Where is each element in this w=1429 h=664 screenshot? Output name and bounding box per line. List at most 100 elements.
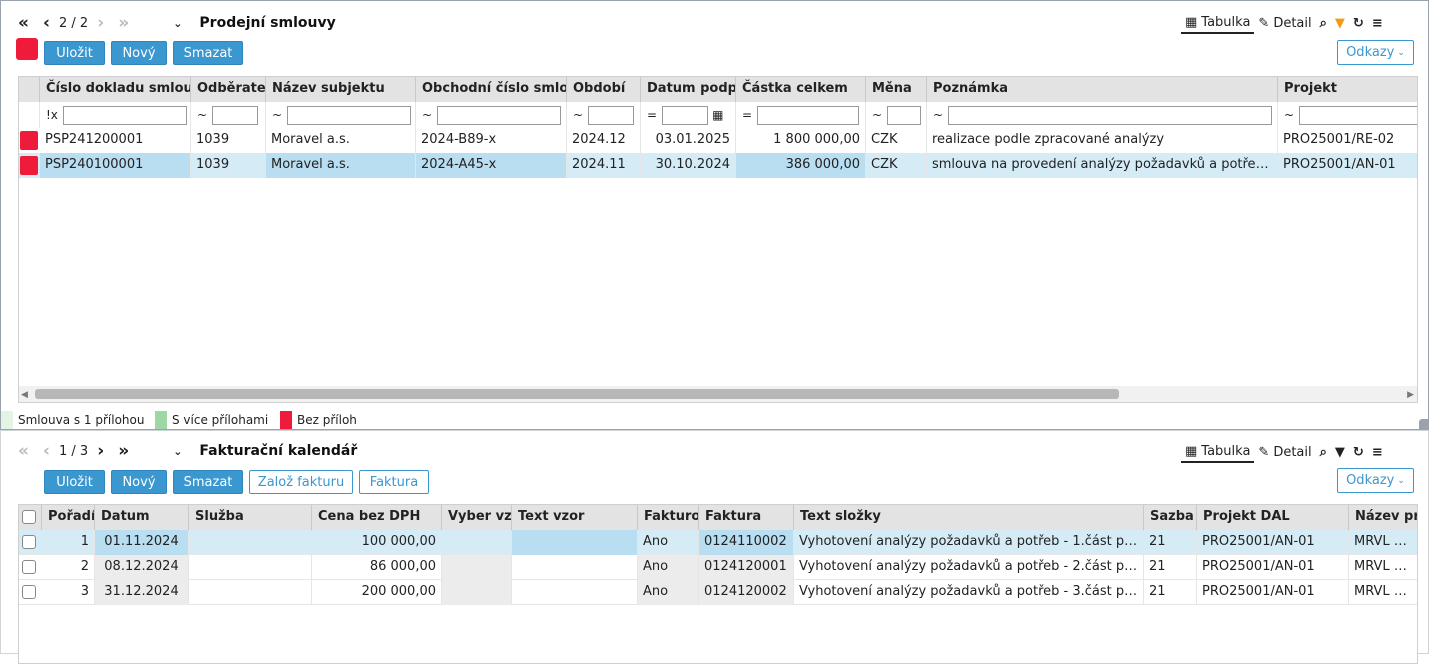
- scrollbar-thumb[interactable]: [35, 389, 1119, 399]
- save-button[interactable]: Uložit: [44, 41, 105, 65]
- filter-input[interactable]: [1299, 105, 1417, 125]
- horizontal-scrollbar[interactable]: ◀ ▶: [19, 386, 1417, 402]
- menu-icon[interactable]: ≡: [1368, 441, 1387, 463]
- first-page-icon[interactable]: «: [15, 441, 32, 461]
- links-dropdown[interactable]: Odkazy ⌄: [1337, 468, 1414, 493]
- last-page-icon[interactable]: »: [115, 441, 132, 461]
- links-dropdown[interactable]: Odkazy ⌄: [1337, 40, 1414, 65]
- scroll-left-icon[interactable]: ◀: [21, 390, 28, 400]
- prev-page-icon[interactable]: ‹: [40, 13, 53, 33]
- tab-detail[interactable]: ✎ Detail: [1254, 441, 1315, 463]
- column-header[interactable]: Datum podpisu: [641, 77, 736, 102]
- row-checkbox[interactable]: [22, 535, 36, 549]
- filter-input[interactable]: [887, 105, 922, 125]
- prev-page-icon[interactable]: ‹: [40, 441, 53, 461]
- filter-input[interactable]: [437, 105, 562, 125]
- filter-input[interactable]: [212, 105, 259, 125]
- table-row[interactable]: 2 08.12.2024 86 000,00 Ano 0124120001 Vyhotov…: [19, 555, 1417, 580]
- menu-icon[interactable]: ≡: [1368, 12, 1387, 34]
- column-header[interactable]: Měna: [866, 77, 927, 102]
- table-row[interactable]: 1 01.11.2024 100 000,00 Ano 0124110002 Vyhoto…: [19, 530, 1417, 555]
- column-header[interactable]: Faktura: [699, 505, 794, 530]
- chevron-down-icon[interactable]: ⌄: [170, 445, 185, 458]
- filter-operator[interactable]: ~: [573, 108, 583, 122]
- refresh-icon[interactable]: ↻: [1349, 441, 1368, 463]
- column-header[interactable]: Číslo dokladu smlouvy: [40, 77, 191, 102]
- column-header[interactable]: Cena bez DPH: [312, 505, 442, 530]
- header-select-all[interactable]: [19, 505, 42, 530]
- filter-input[interactable]: [948, 105, 1273, 125]
- filter-icon[interactable]: ▼: [1331, 441, 1349, 463]
- select-all-checkbox[interactable]: [22, 510, 36, 524]
- filter-input[interactable]: [662, 105, 709, 125]
- column-header[interactable]: Období: [567, 77, 641, 102]
- invoice-button[interactable]: Faktura: [359, 470, 429, 494]
- search-icon[interactable]: ⌕: [1316, 441, 1331, 463]
- filter-operator[interactable]: ~: [197, 108, 207, 122]
- first-page-icon[interactable]: «: [15, 13, 32, 33]
- next-page-icon[interactable]: ›: [94, 13, 107, 33]
- filter-input[interactable]: [62, 105, 187, 125]
- row-checkbox[interactable]: [22, 560, 36, 574]
- row-checkbox[interactable]: [22, 585, 36, 599]
- column-header[interactable]: Poznámka: [927, 77, 1278, 102]
- column-header[interactable]: Sazba DPH: [1144, 505, 1197, 530]
- last-page-icon[interactable]: »: [115, 13, 132, 33]
- tab-table[interactable]: ▦ Tabulka: [1181, 441, 1255, 463]
- column-header[interactable]: Fakturovat: [638, 505, 699, 530]
- next-page-icon[interactable]: ›: [94, 441, 107, 461]
- table-cell: PSP241200001: [40, 128, 191, 153]
- column-header[interactable]: Projekt DAL: [1197, 505, 1349, 530]
- row-select[interactable]: [19, 555, 42, 580]
- column-header[interactable]: Text vzor: [512, 505, 638, 530]
- column-header[interactable]: Pořadí: [42, 505, 95, 530]
- table-cell: [512, 555, 638, 580]
- new-button[interactable]: Nový: [111, 41, 167, 65]
- column-header[interactable]: Obchodní číslo smlouvy: [416, 77, 567, 102]
- delete-button[interactable]: Smazat: [173, 470, 243, 494]
- column-header[interactable]: Odběratel: [191, 77, 266, 102]
- row-select[interactable]: [19, 530, 42, 555]
- column-header[interactable]: Název projektu: [1349, 505, 1417, 530]
- table-row[interactable]: 3 31.12.2024 200 000,00 Ano 0124120002 Vyhoto…: [19, 580, 1417, 605]
- tab-table[interactable]: ▦ Tabulka: [1181, 12, 1255, 34]
- filter-operator[interactable]: ~: [1284, 108, 1294, 122]
- filter-operator[interactable]: =: [647, 108, 657, 122]
- filter-operator[interactable]: =: [742, 108, 752, 122]
- column-header[interactable]: Vyber vzor: [442, 505, 512, 530]
- filter-operator[interactable]: ~: [422, 108, 432, 122]
- table-cell: [512, 580, 638, 605]
- create-invoice-button[interactable]: Založ fakturu: [249, 470, 353, 494]
- filter-operator[interactable]: ~: [272, 108, 282, 122]
- chevron-down-icon[interactable]: ⌄: [170, 17, 185, 30]
- filter-input[interactable]: [757, 105, 860, 125]
- filter-input[interactable]: [588, 105, 635, 125]
- filter-icon[interactable]: ▼: [1331, 12, 1349, 34]
- search-icon[interactable]: ⌕: [1316, 12, 1331, 34]
- table-cell: 21: [1144, 580, 1197, 605]
- scroll-right-icon[interactable]: ▶: [1407, 390, 1414, 400]
- delete-button[interactable]: Smazat: [173, 41, 243, 65]
- filter-operator[interactable]: ~: [933, 108, 943, 122]
- column-header[interactable]: Služba: [189, 505, 312, 530]
- table-row[interactable]: PSP240100001 1039 Moravel a.s. 2024-A45-x 20…: [19, 153, 1417, 178]
- new-button[interactable]: Nový: [111, 470, 167, 494]
- row-status-marker[interactable]: [20, 131, 38, 150]
- table-row[interactable]: PSP241200001 1039 Moravel a.s. 2024-B89-x 20…: [19, 128, 1417, 153]
- calendar-icon[interactable]: ▦: [712, 108, 723, 122]
- refresh-icon[interactable]: ↻: [1349, 12, 1368, 34]
- column-header[interactable]: Text složky: [794, 505, 1144, 530]
- column-header[interactable]: Název subjektu: [266, 77, 416, 102]
- invoice-calendar-panel: « ‹ 1 / 3 › » ⌄ Fakturační kalendář Ulož…: [0, 430, 1429, 664]
- tab-detail[interactable]: ✎ Detail: [1254, 12, 1315, 34]
- column-header[interactable]: Částka celkem: [736, 77, 866, 102]
- filter-input[interactable]: [287, 105, 412, 125]
- column-header[interactable]: Datum: [95, 505, 189, 530]
- row-select[interactable]: [19, 580, 42, 605]
- filter-operator[interactable]: !x: [46, 108, 58, 122]
- column-filter: ~: [927, 102, 1278, 128]
- save-button[interactable]: Uložit: [44, 470, 105, 494]
- column-header[interactable]: Projekt: [1278, 77, 1417, 102]
- row-status-marker[interactable]: [20, 156, 38, 175]
- filter-operator[interactable]: ~: [872, 108, 882, 122]
